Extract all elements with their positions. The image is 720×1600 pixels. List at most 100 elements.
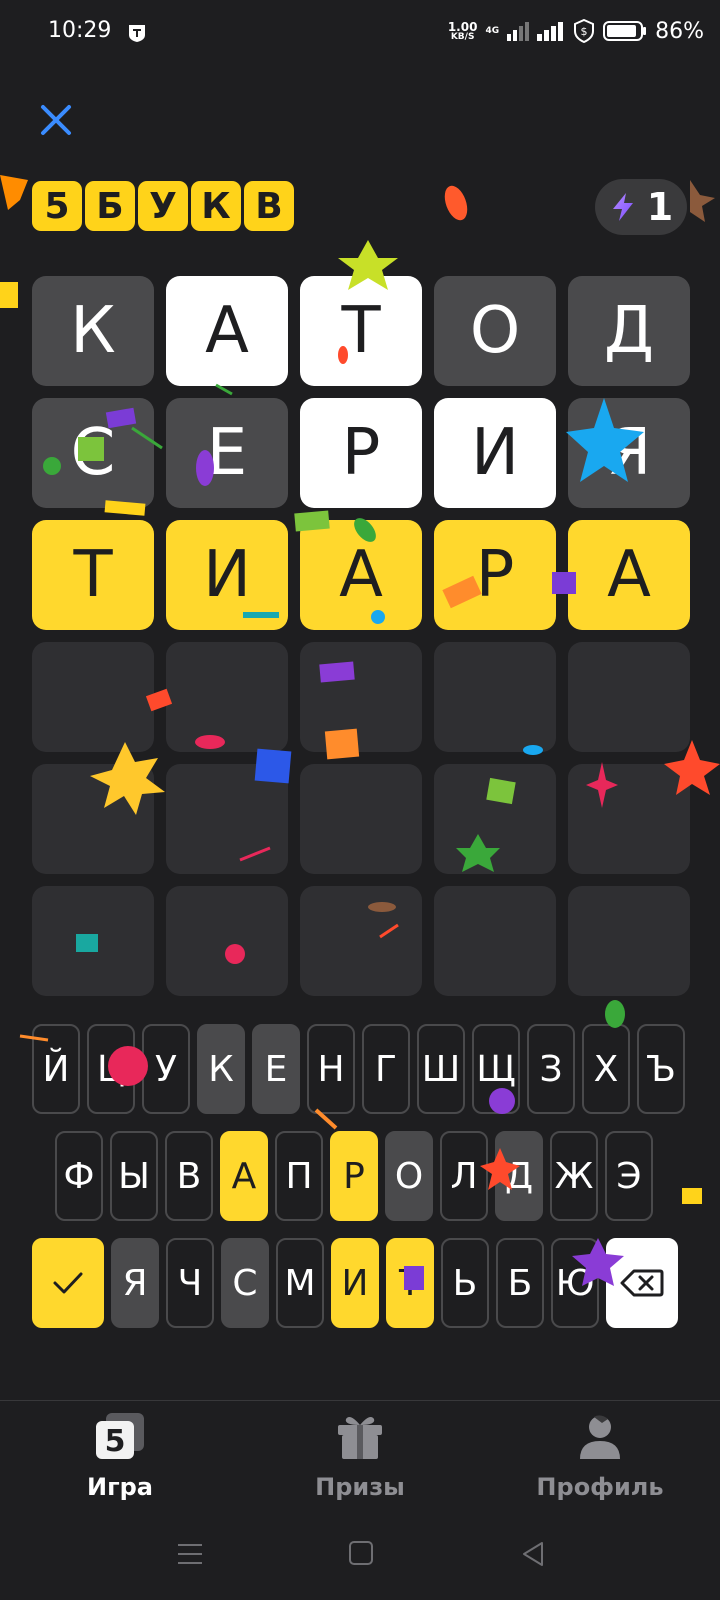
empty-tile — [166, 886, 288, 996]
menu-icon[interactable] — [176, 1540, 204, 1568]
key-Й[interactable]: Й — [32, 1024, 80, 1114]
key-Б[interactable]: Б — [496, 1238, 544, 1328]
network-speed-value: 1.00 — [447, 19, 478, 34]
title-letter: Б — [85, 181, 135, 231]
empty-tile — [434, 886, 556, 996]
key-Ч[interactable]: Ч — [166, 1238, 214, 1328]
game-board: КАТОДСЕРИЯТИАРА — [32, 276, 690, 996]
key-Я[interactable]: Я — [111, 1238, 159, 1328]
backspace-icon — [620, 1269, 664, 1297]
key-Т[interactable]: Т — [386, 1238, 434, 1328]
game-icon: 5 — [96, 1413, 144, 1459]
nav-item-prizes[interactable]: Призы — [280, 1411, 440, 1501]
energy-counter[interactable]: 1 — [595, 179, 687, 235]
letter-tile: О — [434, 276, 556, 386]
profile-icon — [580, 1415, 620, 1459]
keyboard-row-3-letters: ЯЧСМИТЬБЮ — [111, 1238, 599, 1328]
letter-tile: А — [568, 520, 690, 630]
key-Д[interactable]: Д — [495, 1131, 543, 1221]
lightning-icon — [612, 193, 633, 221]
keyboard-row-2: ФЫВАПРОЛДЖЭ — [55, 1131, 653, 1221]
letter-tile: И — [166, 520, 288, 630]
key-М[interactable]: М — [276, 1238, 324, 1328]
keyboard-row-1: ЙЦУКЕНГШЩЗХЪ — [32, 1024, 685, 1114]
letter-tile: К — [32, 276, 154, 386]
bottom-navigation: 5 Игра Призы Профиль — [0, 1400, 720, 1508]
energy-count: 1 — [646, 185, 674, 229]
key-Ю[interactable]: Ю — [551, 1238, 599, 1328]
title-letter: В — [244, 181, 294, 231]
status-icons: 1.00 KB/S 4G $ 86% — [448, 14, 704, 48]
title-letter: К — [191, 181, 241, 231]
notification-app-icon — [129, 25, 145, 42]
nav-label-profile: Профиль — [536, 1473, 664, 1501]
key-Ф[interactable]: Ф — [55, 1131, 103, 1221]
key-Ш[interactable]: Ш — [417, 1024, 465, 1114]
key-Е[interactable]: Е — [252, 1024, 300, 1114]
keyboard-row-3: ЯЧСМИТЬБЮ — [32, 1238, 678, 1328]
battery-icon — [603, 21, 647, 41]
nav-item-profile[interactable]: Профиль — [520, 1411, 680, 1501]
checkmark-icon — [53, 1272, 83, 1294]
network-speed: 1.00 KB/S — [448, 21, 478, 42]
letter-tile: А — [166, 276, 288, 386]
key-Ц[interactable]: Ц — [87, 1024, 135, 1114]
system-navigation — [0, 1510, 720, 1600]
empty-tile — [300, 764, 422, 874]
letter-tile: Я — [568, 398, 690, 508]
empty-tile — [166, 764, 288, 874]
svg-text:$: $ — [581, 25, 588, 38]
gift-icon — [338, 1417, 382, 1459]
empty-tile — [300, 886, 422, 996]
close-icon[interactable] — [36, 100, 76, 140]
title-letter: У — [138, 181, 188, 231]
letter-tile: Т — [300, 276, 422, 386]
key-И[interactable]: И — [331, 1238, 379, 1328]
title-letter: 5 — [32, 181, 82, 231]
app-screen: 10:29 1.00 KB/S 4G $ 86% 5 Б У К В 1 К А… — [0, 0, 720, 1600]
letter-tile: С — [32, 398, 154, 508]
key-Ъ[interactable]: Ъ — [637, 1024, 685, 1114]
key-К[interactable]: К — [197, 1024, 245, 1114]
nav-item-game[interactable]: 5 Игра — [40, 1411, 200, 1501]
empty-tile — [32, 886, 154, 996]
key-Ь[interactable]: Ь — [441, 1238, 489, 1328]
back-icon[interactable] — [520, 1540, 546, 1568]
key-А[interactable]: А — [220, 1131, 268, 1221]
empty-tile — [568, 642, 690, 752]
nav-label-prizes: Призы — [315, 1473, 405, 1501]
signal-icon-2 — [537, 22, 564, 41]
status-time: 10:29 — [48, 18, 112, 43]
shield-dollar-icon: $ — [574, 19, 595, 43]
key-Э[interactable]: Э — [605, 1131, 653, 1221]
key-В[interactable]: В — [165, 1131, 213, 1221]
letter-tile: А — [300, 520, 422, 630]
letter-tile: Д — [568, 276, 690, 386]
empty-tile — [300, 642, 422, 752]
letter-tile: Е — [166, 398, 288, 508]
letter-tile: Т — [32, 520, 154, 630]
network-speed-unit: KB/S — [450, 31, 475, 42]
empty-tile — [32, 642, 154, 752]
empty-tile — [568, 886, 690, 996]
key-Г[interactable]: Г — [362, 1024, 410, 1114]
home-icon[interactable] — [348, 1540, 374, 1566]
key-О[interactable]: О — [385, 1131, 433, 1221]
key-Х[interactable]: Х — [582, 1024, 630, 1114]
key-Ы[interactable]: Ы — [110, 1131, 158, 1221]
key-П[interactable]: П — [275, 1131, 323, 1221]
key-Щ[interactable]: Щ — [472, 1024, 520, 1114]
letter-tile: И — [434, 398, 556, 508]
key-С[interactable]: С — [221, 1238, 269, 1328]
empty-tile — [434, 764, 556, 874]
key-Л[interactable]: Л — [440, 1131, 488, 1221]
key-Ж[interactable]: Ж — [550, 1131, 598, 1221]
enter-key[interactable] — [32, 1238, 104, 1328]
key-З[interactable]: З — [527, 1024, 575, 1114]
network-type: 4G — [485, 26, 500, 36]
key-Р[interactable]: Р — [330, 1131, 378, 1221]
key-Н[interactable]: Н — [307, 1024, 355, 1114]
empty-tile — [166, 642, 288, 752]
key-У[interactable]: У — [142, 1024, 190, 1114]
backspace-key[interactable] — [606, 1238, 678, 1328]
